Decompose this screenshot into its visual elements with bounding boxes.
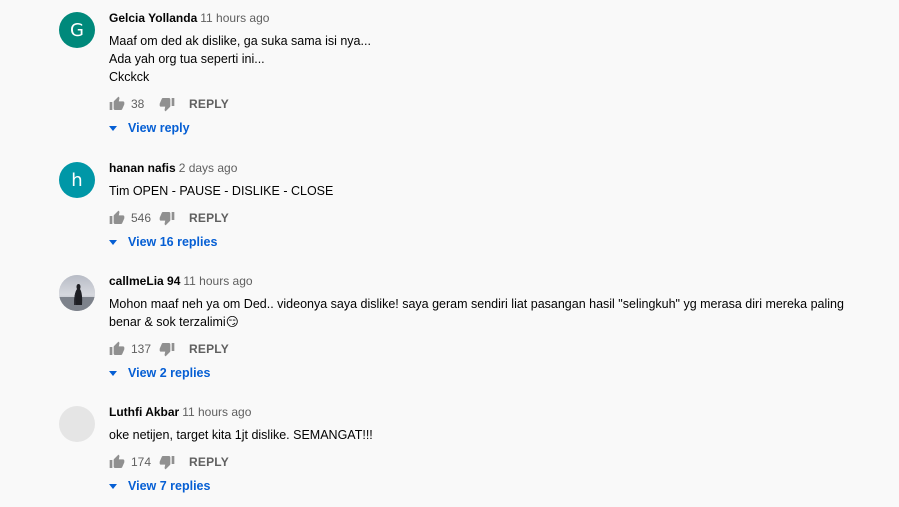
comment-text-line: Ada yah org tua seperti ini... (109, 52, 265, 66)
thumb-down-icon (159, 456, 175, 470)
reply-button[interactable]: REPLY (189, 455, 229, 469)
comment-text: oke netijen, target kita 1jt dislike. SE… (109, 426, 869, 444)
comment-time[interactable]: 11 hours ago (182, 405, 251, 419)
comment-time[interactable]: 11 hours ago (200, 11, 269, 25)
view-replies-label: View 7 replies (128, 479, 211, 493)
comment-text-line: oke netijen, target kita 1jt dislike. SE… (109, 428, 373, 442)
caret-down-icon (109, 125, 117, 131)
reply-button[interactable]: REPLY (189, 342, 229, 356)
avatar[interactable] (59, 275, 95, 311)
comment-text-line: Tim OPEN - PAUSE - DISLIKE - CLOSE (109, 184, 334, 198)
comments-section: G Gelcia Yollanda 11 hours ago Maaf om de… (0, 0, 899, 507)
comment-time[interactable]: 2 days ago (179, 161, 238, 175)
dislike-button[interactable] (159, 341, 175, 357)
comment-toolbar: 546 REPLY (109, 206, 869, 230)
comment-text-line: benar & sok terzalimi😏 (109, 315, 239, 329)
comment-author[interactable]: hanan nafis (109, 161, 176, 175)
comment-text-line: Ckckck (109, 70, 150, 84)
view-replies-label: View reply (128, 121, 190, 135)
avatar[interactable]: h (59, 162, 95, 198)
comment-header: Gelcia Yollanda 11 hours ago (109, 10, 869, 26)
view-replies-button[interactable]: View 2 replies (109, 363, 869, 383)
avatar[interactable] (59, 406, 95, 442)
like-count: 137 (131, 342, 152, 356)
comment-text-line: Mohon maaf neh ya om Ded.. videonya saya… (109, 297, 844, 311)
avatar-letter: G (70, 19, 84, 41)
like-count: 38 (131, 97, 145, 111)
avatar[interactable]: G (59, 12, 95, 48)
thumb-down-icon (159, 343, 175, 357)
comment-header: callmeLia 94 11 hours ago (109, 273, 869, 289)
comment-header: hanan nafis 2 days ago (109, 160, 869, 176)
comment-toolbar: 137 REPLY (109, 337, 869, 361)
dislike-button[interactable] (159, 96, 175, 112)
comment-text-line: Maaf om ded ak dislike, ga suka sama isi… (109, 34, 371, 48)
comment-text: Maaf om ded ak dislike, ga suka sama isi… (109, 32, 869, 86)
thumb-up-icon (109, 341, 125, 355)
avatar-letter: h (71, 169, 83, 191)
like-button[interactable] (109, 210, 125, 226)
reply-button[interactable]: REPLY (189, 211, 229, 225)
thumb-up-icon (109, 210, 125, 224)
avatar-photo-icon (59, 275, 95, 311)
dislike-button[interactable] (159, 454, 175, 470)
comment-toolbar: 174 REPLY (109, 450, 869, 474)
comment-author[interactable]: Luthfi Akbar (109, 405, 179, 419)
thumb-up-icon (109, 454, 125, 468)
comment-text: Mohon maaf neh ya om Ded.. videonya saya… (109, 295, 869, 331)
comment-toolbar: 38 REPLY (109, 92, 869, 116)
comment-author[interactable]: Gelcia Yollanda (109, 11, 197, 25)
like-button[interactable] (109, 96, 125, 112)
comment-text: Tim OPEN - PAUSE - DISLIKE - CLOSE (109, 182, 869, 200)
view-replies-button[interactable]: View reply (109, 118, 869, 138)
comment-author[interactable]: callmeLia 94 (109, 274, 180, 288)
thumb-down-icon (159, 98, 175, 112)
caret-down-icon (109, 239, 117, 245)
caret-down-icon (109, 370, 117, 376)
comment-header: Luthfi Akbar 11 hours ago (109, 404, 869, 420)
like-count: 546 (131, 211, 152, 225)
reply-button[interactable]: REPLY (189, 97, 229, 111)
view-replies-button[interactable]: View 16 replies (109, 232, 869, 252)
view-replies-label: View 16 replies (128, 235, 218, 249)
thumb-up-icon (109, 96, 125, 110)
thumb-down-icon (159, 212, 175, 226)
dislike-button[interactable] (159, 210, 175, 226)
like-button[interactable] (109, 341, 125, 357)
comment-time[interactable]: 11 hours ago (183, 274, 252, 288)
like-count: 174 (131, 455, 152, 469)
view-replies-button[interactable]: View 7 replies (109, 476, 869, 496)
view-replies-label: View 2 replies (128, 366, 211, 380)
caret-down-icon (109, 483, 117, 489)
like-button[interactable] (109, 454, 125, 470)
